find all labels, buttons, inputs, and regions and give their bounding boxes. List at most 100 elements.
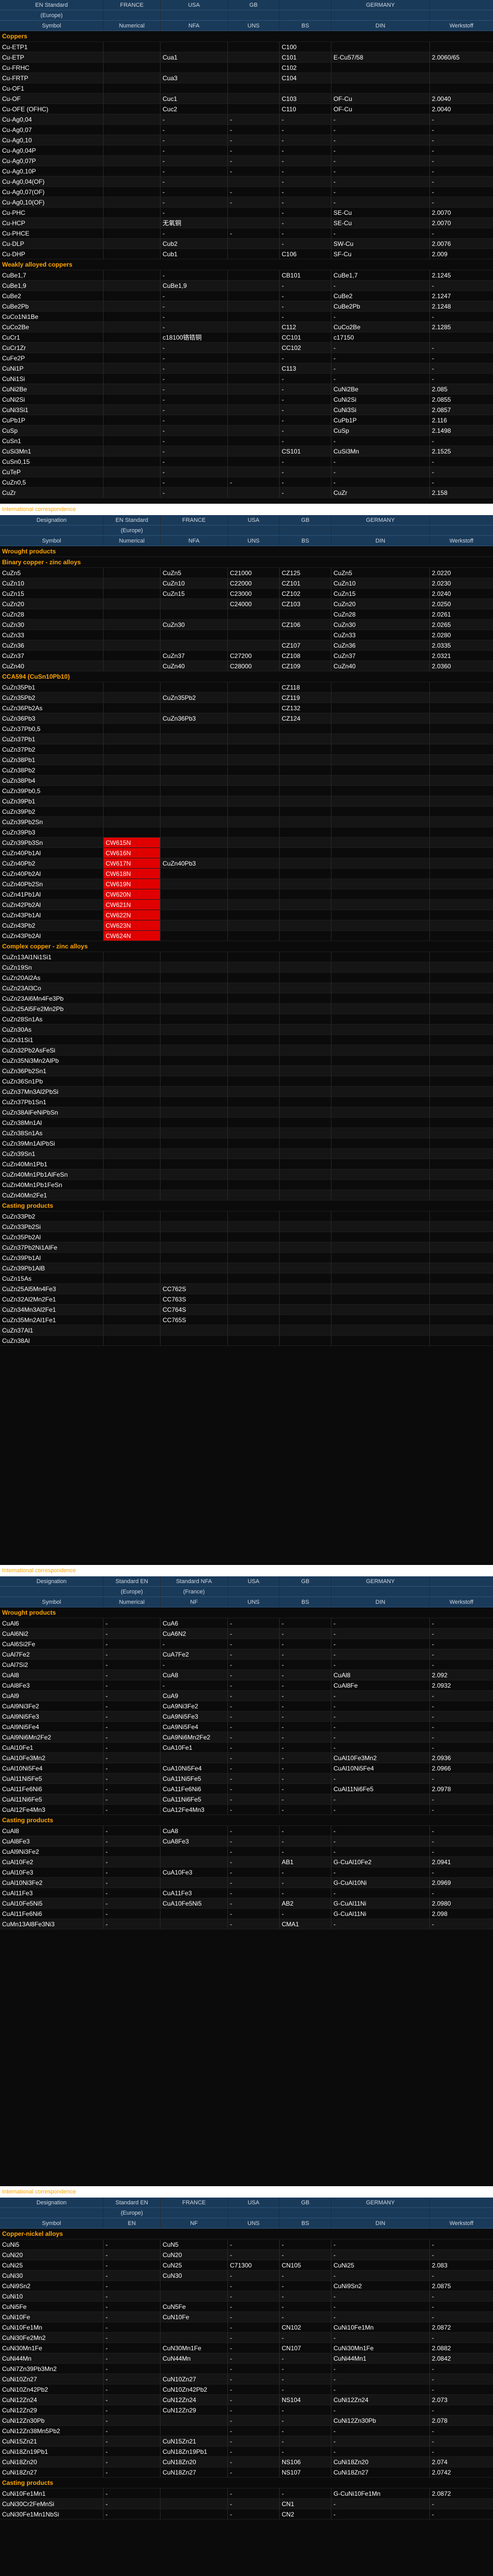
table-cell: Cu-Ag0,07(OF) [0, 187, 104, 197]
table-cell [161, 1242, 228, 1252]
table-cell [280, 786, 331, 796]
table-cell: Cu-Ag0,04 [0, 114, 104, 124]
table-cell [104, 1325, 161, 1335]
table-cell: CuZn25Al5Mn4Fe3 [0, 1284, 104, 1294]
table-cell: CuSp [331, 426, 430, 435]
section-title: Casting products [0, 1201, 493, 1211]
table-cell: CuBe2 [0, 291, 104, 301]
section-title: Weakly alloyed coppers [0, 259, 493, 270]
table-cell: CuAl9Ni3Fe2 [0, 1847, 104, 1856]
table-cell [228, 1242, 280, 1252]
table-cell [161, 1128, 228, 1138]
table-cell: - [280, 2291, 331, 2301]
table-cell: - [280, 1618, 331, 1628]
table-cell: - [280, 2271, 331, 2280]
table-cell [430, 1138, 493, 1148]
table-row: CuFe2P - - - - [0, 353, 493, 363]
table-cell [280, 848, 331, 858]
table-cell [280, 1107, 331, 1117]
table-cell: Cu-HCP [0, 218, 104, 228]
table-row: CuZn39Pb1Al [0, 1253, 493, 1263]
table-cell [104, 952, 161, 962]
table-cell: - [432, 1651, 434, 1658]
table-cell [280, 838, 331, 847]
table-cell: - [331, 166, 430, 176]
table-cell: CuZn37Mn3Al2PbSi [0, 1087, 104, 1096]
table-cell [430, 983, 493, 993]
table-cell [280, 827, 331, 837]
table-cell [228, 291, 280, 301]
table-cell [228, 744, 280, 754]
table-cell: - [228, 187, 280, 197]
table-cell: - [432, 2293, 434, 2300]
header-cell [0, 2208, 104, 2218]
table-cell: - [432, 1620, 434, 1627]
table-cell: CuZr [331, 488, 430, 497]
header-cell: UNS [228, 2218, 280, 2228]
table-cell: - [331, 2436, 430, 2446]
table-cell: - [280, 1878, 331, 1887]
table-cell: - [331, 1847, 430, 1856]
table-cell [331, 1211, 430, 1221]
table-cell: - [280, 384, 331, 394]
table-cell [161, 1014, 228, 1024]
table-cell: - [280, 405, 331, 415]
table-cell: CuZn39Pb2Sn [0, 817, 104, 827]
table-cell [161, 1336, 228, 1345]
table-cell: - [161, 384, 228, 394]
header-cell [280, 10, 331, 20]
table-cell [104, 208, 161, 217]
table-cell [104, 1118, 161, 1128]
table-row: CuNi1Si - - - - [0, 374, 493, 384]
table-row: CuNi18Zn20- CuN18Zn20- NS106 CuNi18Zn20 2.07… [0, 2457, 493, 2467]
table-cell: CuNi30Mn1Fe [331, 2343, 430, 2353]
table-cell: - [432, 1775, 434, 1782]
table-cell [331, 1336, 430, 1345]
table-row: CuZn23Al6Mn4Fe3Pb [0, 993, 493, 1004]
table-cell: CuZn5 [331, 568, 430, 578]
table-cell [104, 457, 161, 466]
table-cell [430, 869, 493, 879]
table-cell: - [228, 2489, 280, 2498]
table-cell: - [228, 2291, 280, 2301]
table-cell [430, 765, 493, 775]
table-cell [161, 973, 228, 983]
table-row: CuZn40 CuZn40 C28000 CZ109 CuZn40 2.0360 [0, 661, 493, 671]
table-cell: CuNi18Zn20 [0, 2457, 104, 2467]
table-cell: - [228, 2240, 280, 2249]
table-row: CuAl9- CuA9- - - - [0, 1691, 493, 1701]
table-cell: - [331, 477, 430, 487]
header-cell: UNS [228, 21, 280, 31]
table-cell [430, 1087, 493, 1096]
table-cell [280, 1149, 331, 1159]
table-row: Cu-DLP Cub2 - SW-Cu 2.0076 [0, 239, 493, 249]
table-cell: CuNi18Zn27 [331, 2467, 430, 2477]
table-cell [280, 609, 331, 619]
table-cell: CuSi3Mn [331, 446, 430, 456]
table-row: CuNi18Zn19Pb1- CuN18Zn19Pb1- - - - [0, 2447, 493, 2457]
table-cell: - [104, 1878, 161, 1887]
table-cell: CuSp [0, 426, 104, 435]
table-cell: CW622N [104, 910, 161, 920]
table-cell: - [228, 135, 280, 145]
table-row: CuAl10Fe3Mn2- - - CuAl10Fe3Mn2 2.0936 [0, 1753, 493, 1763]
table-cell: CuZn39Pb1Al [0, 1253, 104, 1263]
header-row: Symbol Numerical NFA UNS BS DIN Werkstoff [0, 536, 493, 546]
table-cell [161, 1118, 228, 1128]
table-cell: CuZn33Pb2Si [0, 1222, 104, 1232]
table-cell: - [331, 156, 430, 166]
table-cell: - [280, 374, 331, 384]
table-cell: CuZn15As [0, 1274, 104, 1283]
table-row: CuZn40Pb1Al CW616N [0, 848, 493, 858]
table-cell [104, 1107, 161, 1117]
table-cell [331, 1159, 430, 1169]
table-cell: - [280, 1660, 331, 1670]
table-cell [331, 713, 430, 723]
header-cell: UNS [228, 1597, 280, 1607]
table-cell: - [228, 145, 280, 155]
table-cell: CuNi1P [0, 363, 104, 373]
table-cell: - [432, 458, 434, 465]
table-row: CuZn20Al2As [0, 973, 493, 983]
table-cell [104, 640, 161, 650]
table-cell: CuAl8 [0, 1826, 104, 1836]
